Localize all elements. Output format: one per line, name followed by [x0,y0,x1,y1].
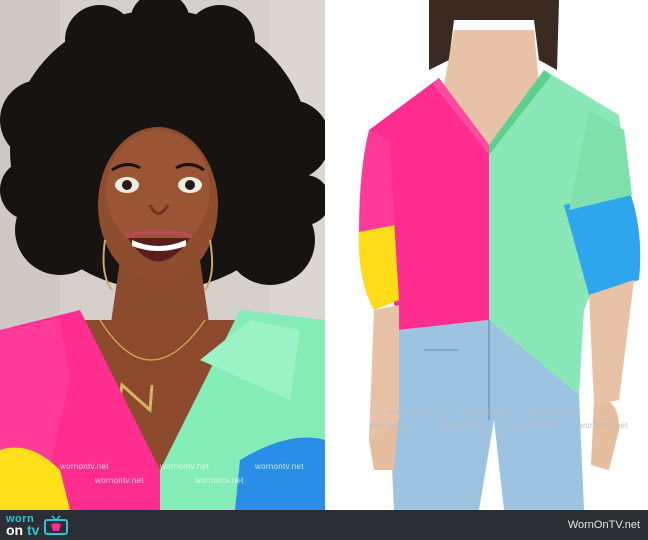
footer-bar: worn on tv WornOnTV.net [0,510,648,540]
right-photo-illustration [329,0,648,510]
watermark: wornontv.net [389,408,438,417]
watermark: wornontv.net [195,476,244,485]
right-photo: wornontv.net wornontv.net wornontv.net w… [329,0,648,510]
watermark: wornontv.net [160,462,209,471]
watermark: wornontv.net [579,421,628,430]
watermark: wornontv.net [369,421,418,430]
watermark: wornontv.net [459,408,508,417]
logo-tv: tv [27,522,40,538]
page: wornontv.net wornontv.net wornontv.net w… [0,0,648,540]
logo-on-tv: on tv [6,522,40,538]
watermark: wornontv.net [60,462,109,471]
logo-wordmark: worn on tv [6,514,40,538]
watermark: wornontv.net [255,462,304,471]
left-photo: wornontv.net wornontv.net wornontv.net w… [0,0,325,510]
watermark: wornontv.net [509,421,558,430]
left-photo-illustration [0,0,325,510]
site-logo[interactable]: worn on tv [6,512,69,538]
watermark: wornontv.net [439,421,488,430]
logo-on: on [6,522,24,538]
tv-icon [44,515,69,535]
watermark: wornontv.net [95,476,144,485]
site-name: WornOnTV.net [567,519,640,531]
watermark: wornontv.net [529,408,578,417]
